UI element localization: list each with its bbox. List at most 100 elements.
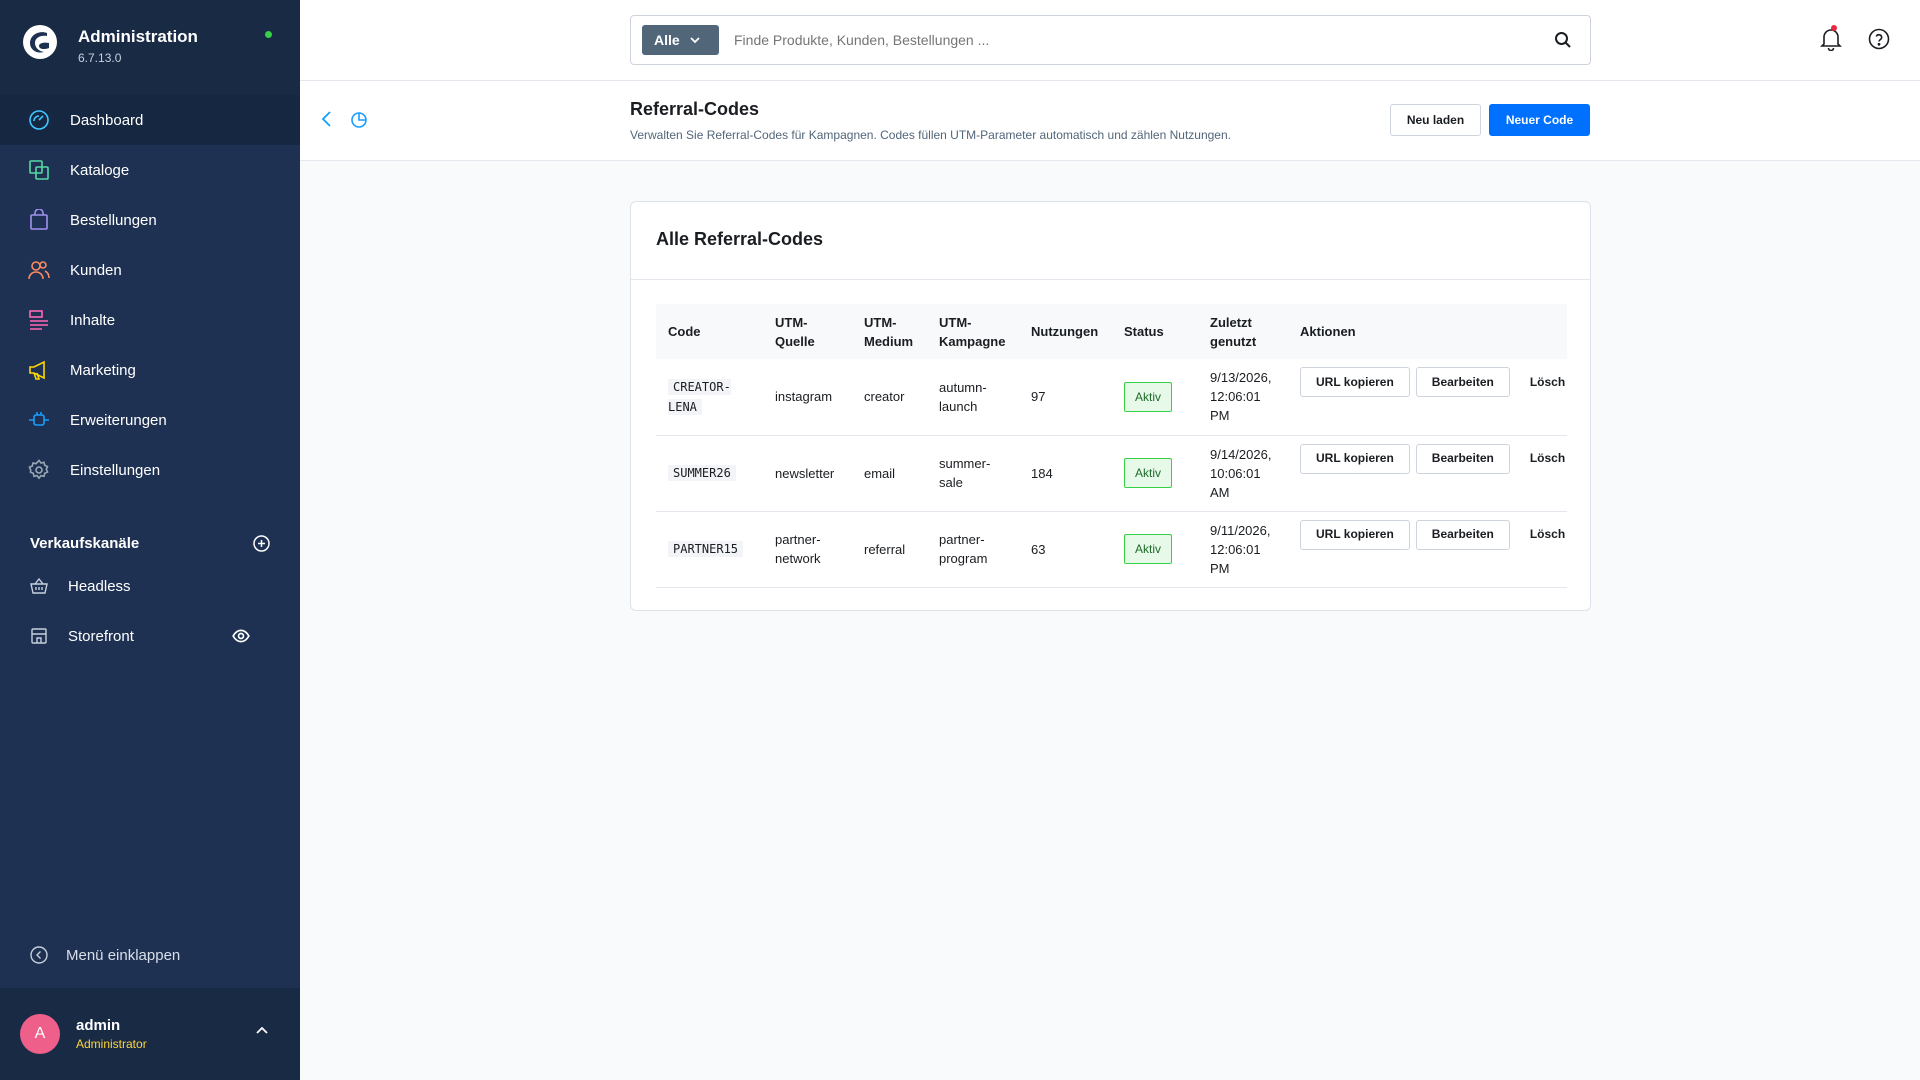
cell-status: Aktiv <box>1112 435 1198 512</box>
col-utm-campaign: UTM-Kampagne <box>927 304 1019 359</box>
eye-icon[interactable] <box>232 627 250 645</box>
table-scroll-container[interactable]: Code UTM-Quelle UTM-Medium UTM-Kampagne … <box>656 304 1567 588</box>
collapse-menu-button[interactable]: Menü einklappen <box>0 935 300 975</box>
catalog-icon <box>29 160 49 180</box>
avatar: A <box>20 1014 60 1054</box>
storefront-icon <box>31 628 47 644</box>
cell-code: SUMMER26 <box>656 435 763 512</box>
cell-status: Aktiv <box>1112 511 1198 588</box>
delete-button[interactable]: Lösch <box>1516 367 1565 397</box>
channel-label-storefront: Storefront <box>68 627 134 645</box>
copy-url-button[interactable]: URL kopieren <box>1300 443 1410 474</box>
chevron-up-icon[interactable] <box>256 1026 268 1034</box>
bag-icon <box>30 209 48 230</box>
page-header: Referral-Codes Verwalten Sie Referral-Co… <box>300 81 1920 161</box>
history-icon[interactable] <box>350 111 368 129</box>
nav-label-customers: Kunden <box>70 261 122 279</box>
gear-icon <box>28 459 49 480</box>
basket-icon <box>30 577 48 594</box>
nav-item-dashboard[interactable]: Dashboard <box>0 95 300 145</box>
nav-label-marketing: Marketing <box>70 361 136 379</box>
status-badge: Aktiv <box>1124 381 1173 412</box>
nav-label-catalog: Kataloge <box>70 161 130 179</box>
nav-label-settings: Einstellungen <box>70 461 161 479</box>
edit-button[interactable]: Bearbeiten <box>1415 519 1510 550</box>
col-utm-source: UTM-Quelle <box>763 304 852 359</box>
reload-button[interactable]: Neu laden <box>1390 104 1481 136</box>
app-version: 6.7.13.0 <box>78 51 122 65</box>
app-title: Administration <box>78 27 198 46</box>
cell-source: newsletter <box>763 435 852 512</box>
nav-label-dashboard: Dashboard <box>70 111 144 129</box>
add-circle-icon[interactable] <box>253 534 270 552</box>
cell-actions: URL kopieren Bearbeiten Lösch <box>1288 435 1567 512</box>
col-last-used: Zuletzt genutzt <box>1198 304 1288 359</box>
cell-uses: 97 <box>1019 359 1112 436</box>
dashboard-icon <box>29 110 49 130</box>
cell-campaign: autumn-launch <box>927 359 1019 436</box>
cell-medium: email <box>852 435 927 512</box>
user-menu[interactable]: A admin Administrator <box>0 988 300 1080</box>
collapse-menu-label: Menü einklappen <box>66 946 181 964</box>
sales-channels-label: Verkaufskanäle <box>30 534 140 552</box>
help-icon[interactable] <box>1868 28 1890 50</box>
global-search: Alle <box>630 15 1591 65</box>
megaphone-icon <box>29 360 45 380</box>
nav-label-extensions: Erweiterungen <box>70 411 167 429</box>
cell-last-used: 9/14/2026, 10:06:01 AM <box>1198 435 1288 512</box>
col-actions: Aktionen <box>1288 304 1567 359</box>
nav-item-extensions[interactable]: Erweiterungen <box>0 395 300 445</box>
cell-medium: referral <box>852 511 927 588</box>
main-nav: Dashboard Kataloge Bestellungen Kunden I… <box>0 95 300 495</box>
copy-url-button[interactable]: URL kopieren <box>1300 367 1410 397</box>
search-input[interactable] <box>734 32 1514 48</box>
user-role: Administrator <box>76 1037 147 1051</box>
cell-source: instagram <box>763 359 852 436</box>
table-row: SUMMER26 newsletter email summer-sale 18… <box>656 435 1567 512</box>
col-status: Status <box>1112 304 1198 359</box>
nav-item-catalog[interactable]: Kataloge <box>0 145 300 195</box>
cell-uses: 63 <box>1019 511 1112 588</box>
channel-label-headless: Headless <box>68 577 131 595</box>
copy-url-button[interactable]: URL kopieren <box>1300 519 1410 550</box>
nav-item-settings[interactable]: Einstellungen <box>0 445 300 495</box>
chevron-down-icon <box>690 36 700 43</box>
cell-code: PARTNER15 <box>656 511 763 588</box>
nav-item-marketing[interactable]: Marketing <box>0 345 300 395</box>
cell-actions: URL kopieren Bearbeiten Lösch <box>1288 359 1567 436</box>
col-uses: Nutzungen <box>1019 304 1112 359</box>
users-icon <box>28 261 50 280</box>
nav-item-customers[interactable]: Kunden <box>0 245 300 295</box>
cell-campaign: partner-program <box>927 511 1019 588</box>
bell-icon[interactable] <box>1820 27 1842 51</box>
nav-label-orders: Bestellungen <box>70 211 157 229</box>
edit-button[interactable]: Bearbeiten <box>1415 443 1510 474</box>
notification-badge <box>1831 25 1837 31</box>
new-code-button[interactable]: Neuer Code <box>1489 104 1590 136</box>
cell-last-used: 9/13/2026, 12:06:01 PM <box>1198 359 1288 436</box>
page-title: Referral-Codes <box>630 99 760 119</box>
page-subtitle: Verwalten Sie Referral-Codes für Kampagn… <box>630 128 1231 142</box>
nav-item-content[interactable]: Inhalte <box>0 295 300 345</box>
shopware-logo-icon[interactable] <box>22 24 58 60</box>
channel-headless[interactable]: Headless <box>0 561 300 611</box>
back-arrow-icon[interactable] <box>320 110 334 128</box>
code-chip: SUMMER26 <box>668 465 736 481</box>
delete-button[interactable]: Lösch <box>1516 520 1565 550</box>
cell-actions: URL kopieren Bearbeiten Lösch <box>1288 511 1567 588</box>
delete-button[interactable]: Lösch <box>1516 444 1565 474</box>
edit-button[interactable]: Bearbeiten <box>1415 367 1510 397</box>
channel-storefront[interactable]: Storefront <box>0 611 300 661</box>
status-badge: Aktiv <box>1124 458 1173 488</box>
cell-campaign: summer-sale <box>927 435 1019 512</box>
topbar: Alle <box>300 0 1920 81</box>
table-header-row: Code UTM-Quelle UTM-Medium UTM-Kampagne … <box>656 304 1567 359</box>
sales-channels-header: Verkaufskanäle <box>0 525 300 561</box>
sidebar-header: Administration 6.7.13.0 <box>0 0 300 95</box>
col-code: Code <box>656 304 763 359</box>
nav-item-orders[interactable]: Bestellungen <box>0 195 300 245</box>
cell-status: Aktiv <box>1112 359 1198 436</box>
search-icon[interactable] <box>1554 31 1572 49</box>
search-type-dropdown[interactable]: Alle <box>642 25 719 55</box>
referral-codes-table: Code UTM-Quelle UTM-Medium UTM-Kampagne … <box>656 304 1567 588</box>
